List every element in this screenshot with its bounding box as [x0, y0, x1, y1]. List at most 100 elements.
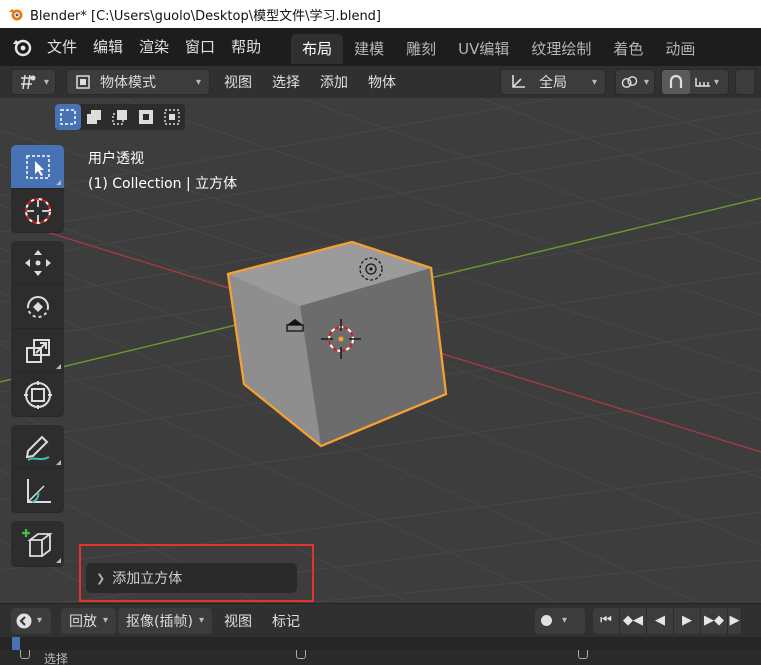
window-titlebar: Blender* [C:\Users\guolo\Desktop\模型文件\学习… — [0, 0, 761, 28]
tool-scale[interactable] — [11, 329, 64, 373]
transform-icon — [23, 380, 52, 409]
record-dot-icon — [541, 615, 552, 626]
jump-start-button[interactable]: ⏮ — [593, 607, 620, 634]
chevron-down-icon: ▾ — [103, 615, 109, 626]
tool-annotate[interactable] — [11, 425, 64, 469]
timeline-menu-marker[interactable]: 标记 — [262, 611, 310, 631]
tab-shading[interactable]: 着色 — [602, 34, 654, 64]
clock-icon — [16, 613, 32, 628]
proportional-edit-toggle[interactable] — [735, 69, 756, 95]
timeline-editor-type-button[interactable]: ▾ — [11, 607, 51, 634]
play-reverse-icon: ◀ — [655, 613, 665, 628]
play-button[interactable]: ▶ — [674, 607, 701, 634]
mode-select[interactable]: 物体模式 ▾ — [66, 69, 211, 95]
select-mode-invert-button[interactable] — [133, 104, 159, 130]
top-menubar: 文件 编辑 渲染 窗口 帮助 布局 建模 雕刻 UV编辑 纹理绘制 着色 动画 — [0, 28, 761, 66]
keying-menu[interactable]: 抠像(插帧) ▾ — [118, 607, 212, 634]
select-mode-intersect-button[interactable] — [159, 104, 185, 130]
tab-layout[interactable]: 布局 — [291, 34, 344, 64]
tool-move[interactable] — [11, 241, 64, 285]
menu-select[interactable]: 选择 — [262, 72, 310, 92]
playback-label: 回放 — [69, 613, 97, 630]
editor-type-icon — [21, 74, 36, 90]
mouse-right-icon — [578, 650, 588, 659]
blender-logo-icon — [9, 9, 23, 21]
annotation-highlight-box — [79, 544, 314, 602]
tab-modeling[interactable]: 建模 — [343, 34, 395, 64]
play-reverse-button[interactable]: ◀ — [647, 607, 674, 634]
snap-toggle[interactable] — [662, 70, 691, 94]
mode-label: 物体模式 — [100, 75, 157, 91]
playback-menu[interactable]: 回放 ▾ — [61, 607, 117, 634]
tool-variant-corner-icon — [56, 180, 61, 185]
tool-add-cube[interactable] — [11, 521, 64, 567]
tab-texture-paint[interactable]: 纹理绘制 — [520, 34, 602, 64]
menu-help[interactable]: 帮助 — [223, 28, 269, 66]
transform-orientation-select[interactable]: 全局 ▾ — [500, 69, 607, 95]
select-extend-icon — [87, 110, 101, 124]
prev-keyframe-button[interactable]: ◆◀ — [620, 607, 647, 634]
magnet-icon — [669, 74, 683, 88]
tool-transform[interactable] — [11, 373, 64, 417]
pivot-link-icon — [621, 76, 638, 88]
auto-keying-toggle[interactable]: ▾ — [535, 607, 585, 634]
editor-type-button[interactable]: ▾ — [11, 69, 57, 95]
menu-object[interactable]: 物体 — [358, 72, 406, 92]
rotate-icon — [26, 295, 49, 318]
object-mode-icon — [76, 75, 90, 89]
orientation-label: 全局 — [539, 75, 568, 91]
menu-file[interactable]: 文件 — [39, 28, 85, 66]
orientation-axes-icon — [512, 75, 526, 88]
tool-variant-corner-icon — [56, 460, 61, 465]
menu-view[interactable]: 视图 — [214, 72, 262, 92]
select-box-icon — [25, 154, 50, 179]
tab-sculpting[interactable]: 雕刻 — [395, 34, 447, 64]
view-name-label: 用户透视 — [88, 151, 144, 167]
mouse-middle-icon — [296, 650, 306, 659]
chevron-down-icon: ▾ — [37, 615, 43, 626]
playback-controls: ⏮ ◆◀ ◀ ▶ ▶◆ ▶ — [593, 607, 742, 634]
keying-label: 抠像(插帧) — [126, 613, 193, 630]
tab-uv-editing[interactable]: UV编辑 — [447, 34, 520, 64]
current-frame-indicator[interactable] — [12, 637, 20, 650]
select-invert-icon — [139, 110, 153, 124]
snapping-group: ▾ — [661, 69, 730, 95]
snap-increment-icon[interactable] — [694, 74, 712, 90]
menu-render[interactable]: 渲染 — [131, 28, 177, 66]
chevron-down-icon: ▾ — [562, 615, 568, 626]
menu-edit[interactable]: 编辑 — [85, 28, 131, 66]
tool-measure[interactable] — [11, 469, 64, 513]
move-icon — [24, 249, 51, 276]
menu-window[interactable]: 窗口 — [177, 28, 223, 66]
tool-rotate[interactable] — [11, 285, 64, 329]
tool-shelf — [11, 145, 64, 567]
jump-end-button[interactable]: ▶ — [728, 607, 742, 634]
tool-variant-corner-icon — [56, 364, 61, 369]
timeline-menu-view[interactable]: 视图 — [214, 611, 262, 631]
blender-menu-icon[interactable] — [11, 36, 33, 58]
camera-icon[interactable] — [284, 316, 306, 334]
menu-add[interactable]: 添加 — [310, 72, 358, 92]
select-mode-extend-button[interactable] — [81, 104, 107, 130]
chevron-down-icon: ▾ — [198, 615, 204, 626]
next-keyframe-icon: ▶◆ — [704, 613, 724, 628]
jump-end-icon: ▶ — [729, 613, 740, 628]
chevron-down-icon: ▾ — [592, 76, 598, 88]
scale-icon — [25, 338, 50, 363]
select-mode-subtract-button[interactable] — [107, 104, 133, 130]
tool-cursor[interactable] — [11, 189, 64, 233]
next-keyframe-button[interactable]: ▶◆ — [701, 607, 728, 634]
chevron-down-icon: ▾ — [714, 76, 720, 88]
status-bar: 选择 — [0, 650, 761, 665]
pivot-point-select[interactable]: ▾ — [615, 69, 656, 95]
light-icon[interactable] — [356, 254, 386, 284]
jump-start-icon: ⏮ — [600, 613, 612, 628]
play-icon: ▶ — [682, 613, 692, 628]
tab-animation[interactable]: 动画 — [654, 34, 706, 64]
mouse-left-icon — [20, 650, 30, 659]
timeline-frame-ruler[interactable] — [0, 637, 761, 650]
select-mode-new-button[interactable] — [55, 104, 81, 130]
3d-cursor-icon — [321, 319, 361, 359]
tool-select-box[interactable] — [11, 145, 64, 189]
window-title: Blender* [C:\Users\guolo\Desktop\模型文件\学习… — [30, 8, 382, 24]
